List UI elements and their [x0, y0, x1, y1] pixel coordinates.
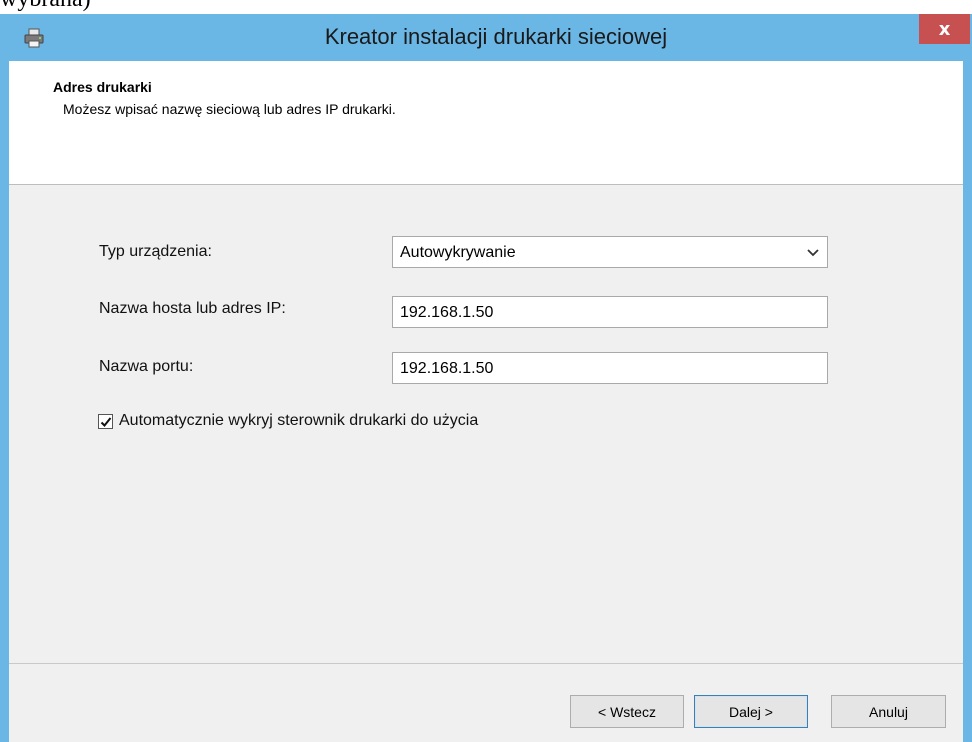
port-value: 192.168.1.50: [400, 360, 494, 377]
device-type-select[interactable]: Autowykrywanie: [392, 236, 828, 268]
footer-divider: [9, 663, 963, 664]
next-button[interactable]: Dalej >: [694, 695, 808, 728]
title-bar[interactable]: Kreator instalacji drukarki sieciowej x: [0, 14, 972, 62]
close-icon: x: [938, 18, 951, 40]
close-button[interactable]: x: [919, 14, 970, 44]
wizard-header: Adres drukarki Możesz wpisać nazwę sieci…: [9, 61, 963, 184]
device-type-value: Autowykrywanie: [400, 244, 516, 261]
page-subtitle: Możesz wpisać nazwę sieciową lub adres I…: [63, 101, 396, 117]
port-input[interactable]: 192.168.1.50: [392, 352, 828, 384]
window-title: Kreator instalacji drukarki sieciowej: [324, 24, 668, 49]
wizard-window: Kreator instalacji drukarki sieciowej x …: [0, 14, 972, 742]
auto-detect-checkbox[interactable]: [98, 414, 113, 429]
background-text: wybrana): [0, 0, 91, 14]
chevron-down-icon: [807, 249, 819, 257]
header-divider: [9, 184, 963, 185]
host-value: 192.168.1.50: [400, 304, 494, 321]
checkmark-icon: [100, 417, 112, 427]
wizard-client-area: Adres drukarki Możesz wpisać nazwę sieci…: [9, 61, 963, 742]
device-type-label: Typ urządzenia:: [99, 243, 212, 260]
printer-icon: [24, 28, 44, 48]
auto-detect-label[interactable]: Automatycznie wykryj sterownik drukarki …: [119, 412, 478, 430]
page-title: Adres drukarki: [53, 79, 152, 95]
back-button[interactable]: < Wstecz: [570, 695, 684, 728]
host-input[interactable]: 192.168.1.50: [392, 296, 828, 328]
cancel-button[interactable]: Anuluj: [831, 695, 946, 728]
port-label: Nazwa portu:: [99, 358, 194, 375]
host-label: Nazwa hosta lub adres IP:: [99, 300, 286, 317]
